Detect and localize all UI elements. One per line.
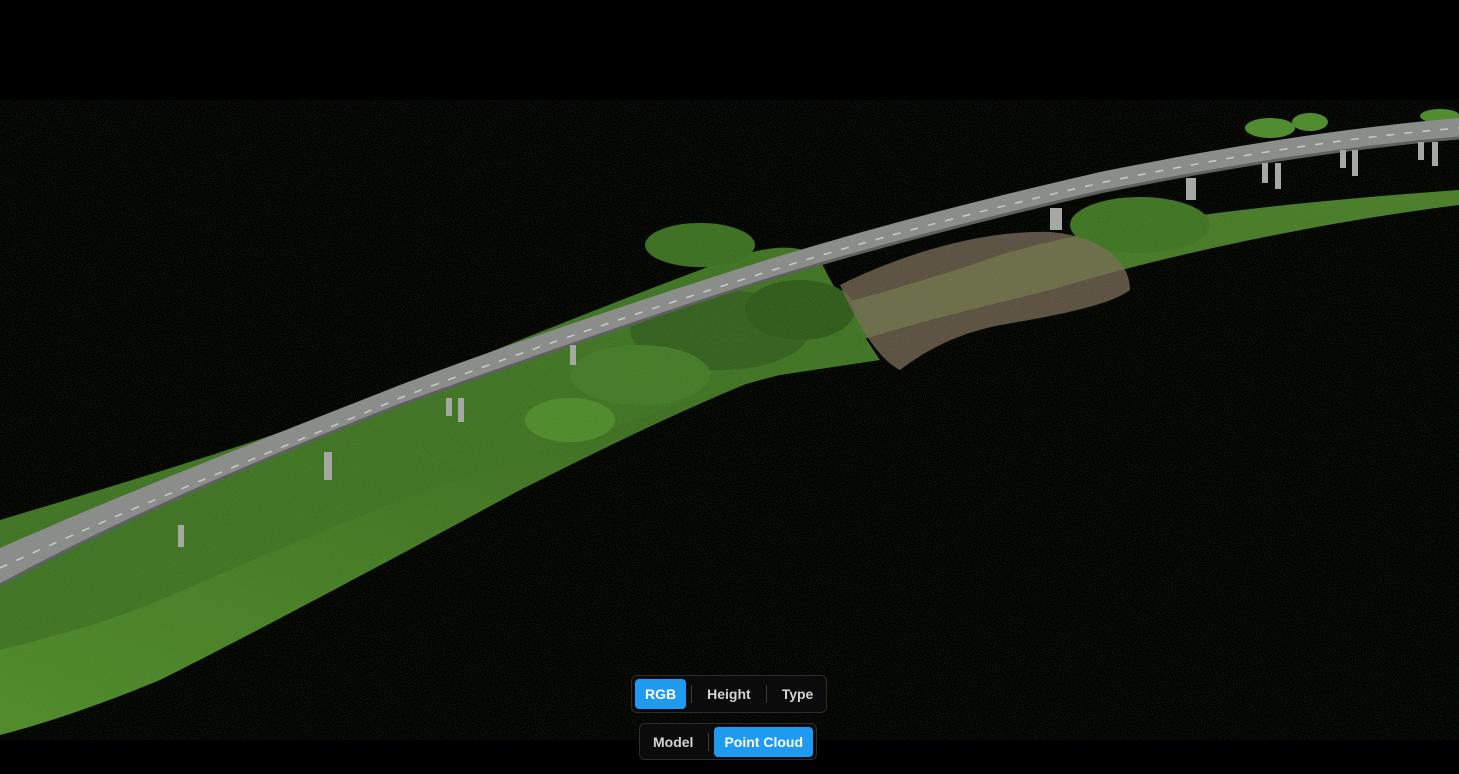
point-cloud-scene[interactable] bbox=[0, 0, 1459, 774]
color-mode-height-button[interactable]: Height bbox=[697, 679, 761, 709]
point-density-overlay bbox=[0, 100, 1459, 740]
color-mode-rgb-button[interactable]: RGB bbox=[635, 679, 687, 709]
3d-viewport[interactable]: RGB Height Type Model Point Cloud bbox=[0, 0, 1459, 774]
toggle-divider bbox=[691, 685, 693, 703]
color-mode-type-button[interactable]: Type bbox=[772, 679, 824, 709]
view-mode-toggle: Model Point Cloud bbox=[639, 723, 817, 760]
toggle-divider bbox=[765, 685, 767, 703]
color-mode-toggle: RGB Height Type bbox=[631, 675, 828, 713]
toggle-divider bbox=[708, 732, 710, 751]
view-mode-model-button[interactable]: Model bbox=[643, 727, 703, 757]
view-mode-point-cloud-button[interactable]: Point Cloud bbox=[714, 726, 813, 757]
